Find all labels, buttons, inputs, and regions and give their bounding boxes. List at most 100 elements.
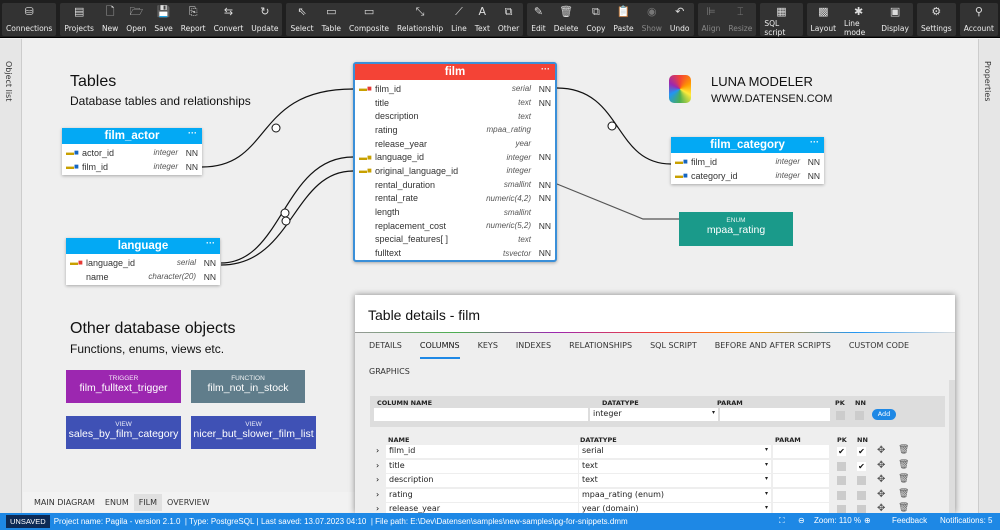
feedback-link[interactable]: Feedback <box>892 516 927 525</box>
column-row[interactable]: ▬■ original_language_id integer <box>355 164 555 178</box>
column-row[interactable]: ▬■ category_id integer NN <box>671 169 824 183</box>
move-icon[interactable]: ✥ <box>877 460 885 471</box>
column-row[interactable]: rating mpaa_rating <box>355 123 555 137</box>
column-row[interactable]: description text <box>355 109 555 123</box>
column-row[interactable]: ▬■ film_id serial NN <box>355 82 555 96</box>
view-nicer-but-slower-film-list[interactable]: VIEW nicer_but_slower_film_list <box>191 416 316 449</box>
line-mode-button[interactable]: ✱ Line mode <box>840 3 877 37</box>
zoom-in-icon[interactable]: ⊕ <box>864 516 871 525</box>
trash-icon[interactable]: 🗑 <box>898 445 909 455</box>
trash-icon[interactable]: 🗑 <box>898 489 909 499</box>
copy-button[interactable]: ⧉ Copy <box>582 3 609 36</box>
tab-relationships[interactable]: RELATIONSHIPS <box>569 333 632 359</box>
trash-icon[interactable]: 🗑 <box>898 460 909 470</box>
table-header[interactable]: language ··· <box>66 238 220 254</box>
composite-button[interactable]: ▭ Composite <box>345 3 393 36</box>
expand-icon[interactable]: › <box>376 490 379 499</box>
convert-button[interactable]: ⇆ Convert <box>210 3 248 36</box>
more-icon[interactable]: ··· <box>206 235 215 251</box>
expand-icon[interactable]: › <box>376 504 379 513</box>
column-row[interactable]: fulltext tsvector NN <box>355 246 555 260</box>
nn-checkbox[interactable]: ✔ <box>857 447 866 456</box>
pk-checkbox[interactable] <box>836 411 845 420</box>
select-button[interactable]: ⇖ Select <box>286 3 317 36</box>
projects-button[interactable]: ▤ Projects <box>60 3 98 36</box>
dialog-scrollbar[interactable] <box>949 380 955 513</box>
nn-checkbox[interactable] <box>857 505 866 513</box>
param-input[interactable] <box>720 408 830 421</box>
line-button[interactable]: ⟋ Line <box>447 3 471 36</box>
datatype-select[interactable]: integer ▾ <box>590 408 718 421</box>
param-input[interactable] <box>773 474 829 487</box>
paste-button[interactable]: 📋 Paste <box>609 3 637 36</box>
more-icon[interactable]: ··· <box>541 61 550 77</box>
zoom-out-icon[interactable]: ⊖ <box>798 516 805 525</box>
table-header[interactable]: film_category ··· <box>671 137 824 153</box>
tab-film[interactable]: FILM <box>133 493 163 511</box>
datatype-select[interactable]: serial ▾ <box>579 445 771 458</box>
sql-script-button[interactable]: ▦ SQL script <box>760 3 802 37</box>
table-button[interactable]: ▭ Table <box>318 3 345 36</box>
column-row[interactable]: length smallint <box>355 205 555 219</box>
update-button[interactable]: ↻ Update <box>247 3 282 36</box>
expand-icon[interactable]: › <box>376 446 379 455</box>
layout-button[interactable]: ▩ Layout <box>807 3 841 36</box>
column-row[interactable]: ▬■ actor_id integer NN <box>62 146 202 160</box>
more-icon[interactable]: ··· <box>188 125 197 141</box>
tab-overview[interactable]: OVERVIEW <box>162 494 215 511</box>
column-row[interactable]: ▬■ film_id integer NN <box>62 160 202 174</box>
align-button[interactable]: ⊫ Align <box>698 3 725 36</box>
zoom-level[interactable]: Zoom: 110 % <box>814 516 861 525</box>
column-row[interactable]: replacement_cost numeric(5,2) NN <box>355 219 555 233</box>
function-film-not-in-stock[interactable]: FUNCTION film_not_in_stock <box>191 370 305 403</box>
table-film[interactable]: film ··· ▬■ film_id serial NN title text NN descr… <box>353 62 557 262</box>
connections-button[interactable]: ⛁ Connections <box>2 3 56 36</box>
view-sales-by-film-category[interactable]: VIEW sales_by_film_category <box>66 416 181 449</box>
tab-details[interactable]: DETAILS <box>369 333 402 359</box>
tab-custom-code[interactable]: CUSTOM CODE <box>849 333 909 359</box>
column-name-input[interactable] <box>374 408 588 421</box>
tab-sql-script[interactable]: SQL SCRIPT <box>650 333 697 359</box>
pk-checkbox[interactable]: ✔ <box>837 447 846 456</box>
table-language[interactable]: language ··· ▬■ language_id serial NN name char… <box>66 238 220 286</box>
nn-checkbox[interactable] <box>855 411 864 420</box>
tab-before-and-after-scripts[interactable]: BEFORE AND AFTER SCRIPTS <box>715 333 831 359</box>
tab-columns[interactable]: COLUMNS <box>419 333 460 359</box>
delete-button[interactable]: 🗑 Delete <box>550 3 583 36</box>
new-button[interactable]: 🗋 New <box>98 3 122 36</box>
more-icon[interactable]: ··· <box>810 134 819 150</box>
expand-icon[interactable]: › <box>376 475 379 484</box>
column-row[interactable]: name character(20) NN <box>66 270 220 284</box>
param-input[interactable] <box>773 459 829 473</box>
column-row[interactable]: ▬■ language_id integer NN <box>355 150 555 164</box>
move-icon[interactable]: ✥ <box>877 474 885 485</box>
table-film-actor[interactable]: film_actor ··· ▬■ actor_id integer NN ▬■ film_i… <box>62 125 202 176</box>
datatype-select[interactable]: mpaa_rating (enum) ▾ <box>579 488 771 502</box>
pk-checkbox[interactable] <box>837 476 846 485</box>
pk-checkbox[interactable] <box>837 490 846 500</box>
resize-button[interactable]: ⌶ Resize <box>724 3 756 36</box>
text-button[interactable]: A Text <box>471 3 494 36</box>
tab-graphics[interactable]: GRAPHICS <box>369 359 410 383</box>
open-button[interactable]: 🗁 Open <box>122 3 150 36</box>
pk-checkbox[interactable] <box>837 505 846 513</box>
tab-enum[interactable]: ENUM <box>100 494 134 511</box>
display-button[interactable]: ▣ Display <box>877 3 913 36</box>
add-column-button[interactable]: Add <box>872 409 896 420</box>
notifications[interactable]: Notifications: 5 <box>940 516 992 525</box>
properties-sidebar[interactable]: Properties <box>978 39 1000 513</box>
name-input[interactable]: release_year <box>386 503 578 513</box>
expand-icon[interactable]: › <box>376 461 379 470</box>
enum-mpaa-rating[interactable]: ENUM mpaa_rating <box>679 212 793 246</box>
pk-checkbox[interactable] <box>837 461 846 471</box>
param-input[interactable] <box>773 488 829 502</box>
column-row[interactable]: title text NN <box>355 96 555 110</box>
fullscreen-icon[interactable]: ⛶ <box>779 516 785 526</box>
column-row[interactable]: release_year year <box>355 137 555 151</box>
report-button[interactable]: ⎘ Report <box>177 3 210 36</box>
move-icon[interactable]: ✥ <box>877 445 885 456</box>
tab-keys[interactable]: KEYS <box>478 333 498 359</box>
column-row[interactable]: rental_rate numeric(4,2) NN <box>355 192 555 206</box>
edit-button[interactable]: ✎ Edit <box>527 3 550 36</box>
properties-label[interactable]: Properties <box>983 61 992 101</box>
